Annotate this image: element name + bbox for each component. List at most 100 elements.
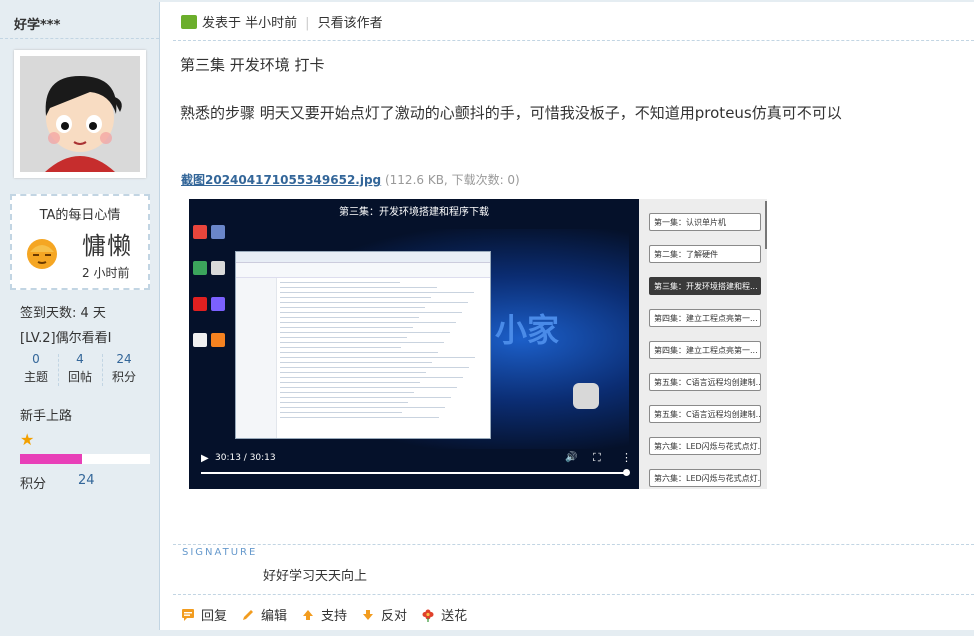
- video-progress-bar[interactable]: [201, 472, 627, 474]
- video-overlay-text: 小家: [495, 311, 560, 349]
- window-sidebar: [236, 278, 277, 438]
- signature-label: SIGNATURE: [182, 547, 258, 558]
- avatar-image: [20, 56, 140, 172]
- window-toolbar: [236, 263, 490, 278]
- mood-time: 2 小时前: [82, 266, 130, 280]
- avatar-illustration: [45, 76, 122, 172]
- divider: [0, 38, 159, 39]
- file-row: [280, 357, 475, 358]
- file-row: [280, 347, 401, 348]
- user-stats: 0 主题 4 回帖 24 积分: [14, 352, 146, 388]
- star-icon: ★: [20, 430, 35, 449]
- user-level[interactable]: [LV.2]偶尔看看I: [20, 327, 111, 346]
- episode-item[interactable]: 第四集：建立工程点亮第一...: [649, 309, 761, 327]
- thumb-down-icon: [361, 609, 381, 624]
- lazy-face-icon: [27, 239, 57, 269]
- file-row: [280, 332, 450, 333]
- episode-scrollbar[interactable]: [765, 201, 767, 249]
- stat-points-value[interactable]: 24: [102, 352, 146, 366]
- video-player[interactable]: 第三集：开发环境搭建和程序下载 小家 ▶ 30:13 / 30:13 🔊 ⛶ ⋮: [189, 199, 639, 489]
- more-options-icon[interactable]: ⋮: [621, 451, 632, 464]
- action-label: 反对: [381, 609, 408, 624]
- file-list: [280, 282, 486, 422]
- post-body: 熟悉的步骤 明天又要开始点灯了激动的心颤抖的手，可惜我没板子，不知道用prote…: [180, 104, 842, 122]
- stat-points-label: 积分: [111, 370, 136, 384]
- episode-item[interactable]: 第一集：认识单片机: [649, 213, 761, 231]
- video-progress-fill: [201, 472, 627, 474]
- episode-item[interactable]: 第二集：了解硬件: [649, 245, 761, 263]
- attachment-meta: (112.6 KB, 下载次数: 0): [384, 173, 520, 187]
- avatar[interactable]: [14, 50, 146, 178]
- user-rank[interactable]: 新手上路: [20, 405, 72, 424]
- file-row: [280, 362, 432, 363]
- action-label: 支持: [321, 609, 348, 624]
- reply-icon: [181, 609, 201, 624]
- file-row: [280, 312, 462, 313]
- stat-threads[interactable]: 0 主题: [14, 352, 58, 385]
- thumb-up-button[interactable]: 支持: [301, 605, 347, 624]
- explorer-window: [235, 251, 491, 439]
- post-header: 发表于 半小时前 | 只看该作者: [181, 14, 383, 34]
- file-row: [280, 407, 445, 408]
- desktop-icons: [193, 225, 229, 369]
- episode-item[interactable]: 第五集：C语言远程均创建制...: [649, 373, 761, 391]
- mood-title: TA的每日心情: [39, 208, 121, 223]
- video-time: 30:13 / 30:13: [215, 453, 276, 463]
- file-row: [280, 327, 413, 328]
- thumb-up-icon: [301, 609, 321, 624]
- file-row: [280, 402, 408, 403]
- play-icon[interactable]: ▶: [201, 453, 209, 464]
- flower-button[interactable]: 送花: [421, 605, 467, 624]
- only-author-link[interactable]: 只看该作者: [318, 16, 383, 31]
- episode-item[interactable]: 第六集：LED闪烁与花式点灯...: [649, 437, 761, 455]
- stat-points[interactable]: 24 积分: [102, 352, 146, 385]
- author-name[interactable]: 好学***: [14, 14, 60, 33]
- window-titlebar: [236, 252, 490, 263]
- wps-icon: [193, 297, 207, 311]
- file-icon: [193, 333, 207, 347]
- fullscreen-icon[interactable]: ⛶: [593, 451, 601, 465]
- file-row: [280, 282, 400, 283]
- stat-threads-label: 主题: [23, 370, 48, 384]
- level-progress-fill: [20, 454, 83, 464]
- app-icon: [211, 297, 226, 311]
- file-row: [280, 397, 451, 398]
- chrome-icon: [193, 225, 207, 239]
- file-row: [280, 287, 437, 288]
- app-icon: [211, 333, 226, 347]
- score-value[interactable]: 24: [78, 473, 95, 488]
- episode-item[interactable]: 第四集：建立工程点亮第一...: [649, 341, 761, 359]
- file-icon: [211, 261, 226, 275]
- episode-item[interactable]: 第六集：LED闪烁与花式点灯...: [649, 469, 761, 487]
- stat-replies-value[interactable]: 4: [58, 352, 102, 366]
- post-title: 第三集 开发环境 打卡: [180, 56, 325, 74]
- attachment-link[interactable]: 截图20240417105534965​2.jpg: [181, 173, 381, 187]
- file-row: [280, 412, 402, 413]
- post-content: 发表于 半小时前 | 只看该作者 第三集 开发环境 打卡 熟悉的步骤 明天又要开始点…: [161, 2, 974, 636]
- stat-replies[interactable]: 4 回帖: [58, 352, 102, 385]
- file-row: [280, 367, 469, 368]
- reply-button[interactable]: 回复: [181, 605, 227, 624]
- attachment-image[interactable]: 第三集：开发环境搭建和程序下载 小家 ▶ 30:13 / 30:13 🔊 ⛶ ⋮…: [189, 199, 767, 489]
- stat-threads-value[interactable]: 0: [14, 352, 58, 366]
- episode-item[interactable]: 第三集：开发环境搭建和程...: [649, 277, 761, 295]
- post-actions: 回复 编辑 支持 反对 送花: [181, 605, 481, 625]
- posted-time: 半小时前: [245, 16, 298, 31]
- file-row: [280, 307, 425, 308]
- flower-icon: [421, 609, 441, 624]
- level-progress-bar: [20, 454, 150, 464]
- thumb-down-button[interactable]: 反对: [361, 605, 407, 624]
- attachment: 截图20240417105534965​2.jpg (112.6 KB, 下载次…: [181, 171, 520, 188]
- edit-button[interactable]: 编辑: [241, 605, 287, 624]
- file-row: [280, 372, 426, 373]
- divider: [173, 594, 974, 595]
- app-icon: [193, 261, 207, 275]
- author-sidebar: 好学*** TA的每日心情 慵懒 2 小时前 签到天数: 4 天 [LV.2]偶…: [0, 2, 160, 636]
- volume-icon[interactable]: 🔊: [565, 452, 577, 463]
- episode-item[interactable]: 第五集：C语言远程均创建制...: [649, 405, 761, 423]
- action-label: 回复: [201, 609, 228, 624]
- checkin-days: 签到天数: 4 天: [20, 306, 106, 321]
- video-title: 第三集：开发环境搭建和程序下载: [339, 207, 489, 218]
- edit-icon: [241, 609, 261, 624]
- video-progress-handle[interactable]: [623, 469, 630, 476]
